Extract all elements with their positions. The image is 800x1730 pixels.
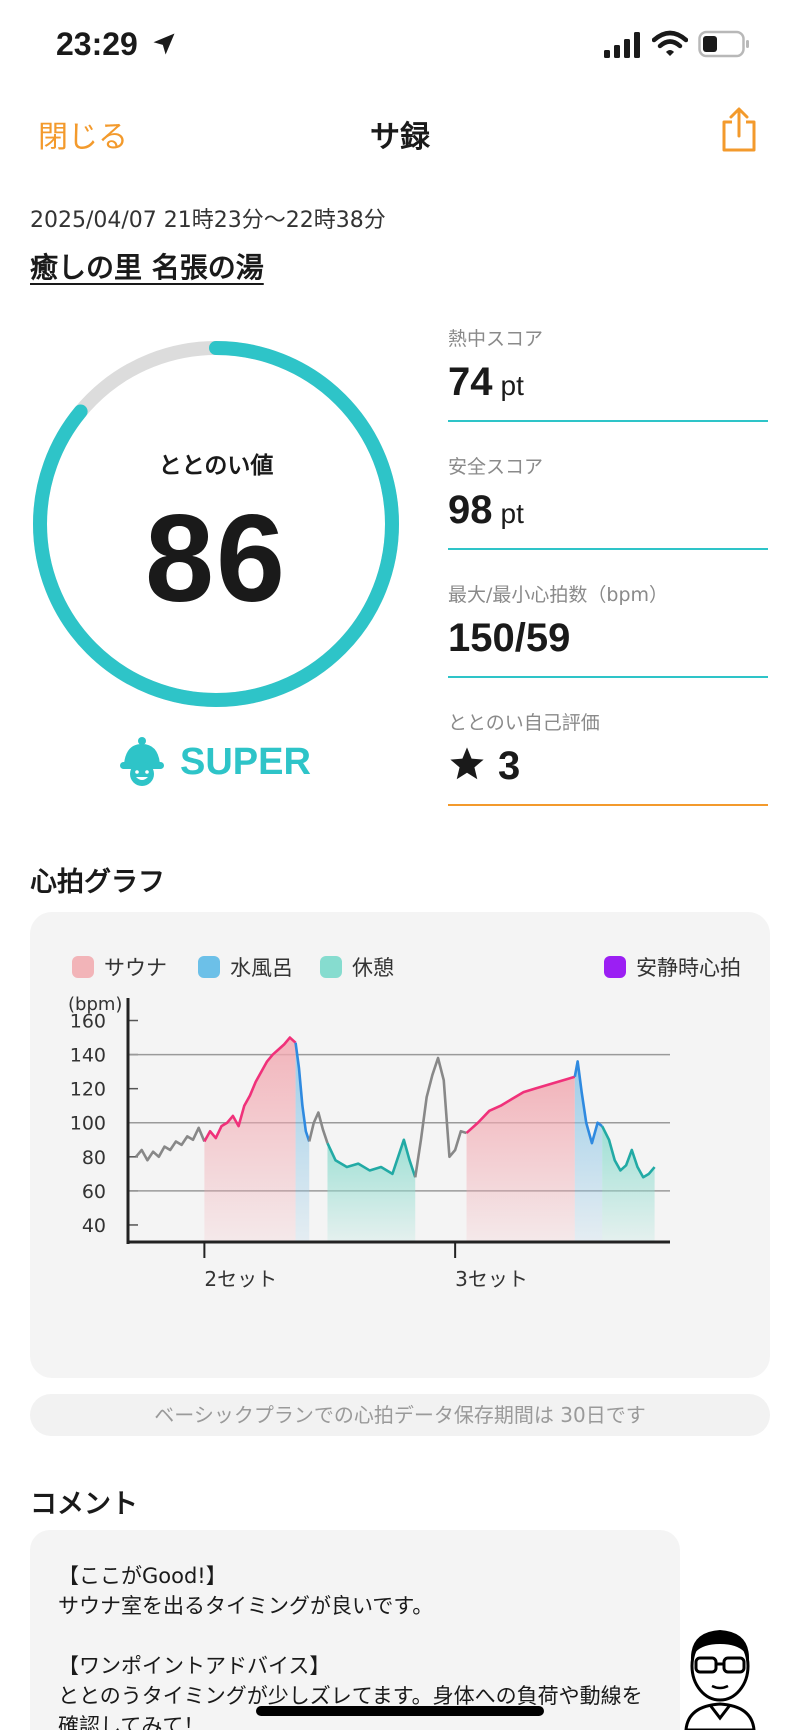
y-tick-label: 140	[70, 1045, 106, 1067]
safety-score-value: 98	[448, 488, 493, 532]
sauna-hat-icon	[120, 737, 164, 786]
heart-rate-range: 最大/最小心拍数（bpm） 150/59	[448, 580, 768, 700]
retention-notice: ベーシックプランでの心拍データ保存期間は 30日です	[30, 1394, 770, 1436]
y-tick-label: 60	[82, 1181, 106, 1203]
battery-icon	[698, 30, 749, 58]
facility-link[interactable]: 癒しの里 名張の湯	[30, 246, 264, 286]
y-tick-label: 100	[70, 1113, 106, 1135]
phase-band-water	[574, 1061, 603, 1242]
divider	[448, 676, 768, 678]
self-rating-value-row: 3	[448, 744, 520, 789]
y-tick-label: 160	[70, 1011, 106, 1033]
y-tick-label: 40	[82, 1215, 106, 1237]
comment-good-text: サウナ室を出るタイミングが良いです。	[58, 1594, 434, 1618]
heart-rate-value: 150/59	[448, 616, 571, 660]
gauge-value: 86	[145, 490, 287, 628]
phase-band-sauna	[204, 1037, 296, 1242]
heat-score-unit: pt	[500, 370, 524, 401]
gauge-label: ととのい値	[158, 453, 274, 479]
comment-card: 【ここがGood!】 サウナ室を出るタイミングが良いです。 【ワンポイントアドバ…	[30, 1530, 680, 1730]
wifi-icon	[652, 30, 688, 56]
share-icon[interactable]	[718, 106, 760, 154]
heat-score-label: 熱中スコア	[448, 328, 544, 350]
safety-score-label: 安全スコア	[448, 456, 544, 478]
rank-text: SUPER	[180, 740, 311, 783]
y-tick-label: 120	[70, 1079, 106, 1101]
safety-score-unit: pt	[500, 498, 524, 529]
comment-advice-heading: 【ワンポイントアドバイス】	[58, 1654, 331, 1678]
status-bar: 23:29	[0, 0, 800, 92]
safety-score: 安全スコア 98 pt	[448, 452, 768, 572]
status-time: 23:29	[56, 26, 138, 62]
heart-rate-series-other	[135, 1126, 206, 1162]
heat-score-value-row: 74 pt	[448, 360, 524, 405]
session-datetime: 2025/04/07 21時23分〜22時38分	[30, 208, 386, 233]
phase-band-rest	[327, 1139, 416, 1242]
comment-advice-text-2: 確認してみて！	[58, 1714, 205, 1730]
phase-band-sauna	[466, 1076, 575, 1242]
y-tick-label: 80	[82, 1147, 106, 1169]
divider	[448, 548, 768, 550]
heart-rate-section-title: 心拍グラフ	[30, 867, 165, 898]
heart-rate-chart-card: サウナ 水風呂 休憩 安静時心拍 (bpm) 160 140 120 100 80 60 40…	[30, 912, 770, 1378]
heat-score-value: 74	[448, 360, 493, 404]
heart-rate-label: 最大/最小心拍数（bpm）	[448, 584, 669, 606]
divider	[448, 804, 768, 806]
safety-score-value-row: 98 pt	[448, 488, 524, 533]
divider	[448, 420, 768, 422]
advisor-avatar-icon	[684, 1630, 756, 1730]
self-rating-label: ととのい自己評価	[448, 712, 600, 734]
heart-rate-series-other	[307, 1111, 329, 1144]
page-title: サ録	[370, 120, 430, 155]
comment-good-heading: 【ここがGood!】	[58, 1564, 227, 1588]
home-indicator	[256, 1706, 544, 1716]
self-rating-value: 3	[498, 744, 521, 788]
heat-score: 熱中スコア 74 pt	[448, 324, 768, 444]
heart-rate-chart: (bpm)1601401201008060402セット 3セット	[68, 994, 670, 1291]
set-marker-label: 3セット	[455, 1267, 528, 1291]
phase-band-water	[295, 1042, 310, 1242]
cellular-signal-icon	[604, 32, 640, 58]
rank-badge: SUPER	[118, 736, 311, 788]
set-marker-label: 2セット	[204, 1267, 277, 1291]
location-arrow-icon	[153, 33, 175, 55]
comment-section-title: コメント	[30, 1489, 138, 1520]
star-icon	[450, 747, 484, 780]
heart-rate-series-other	[413, 1056, 467, 1178]
self-rating[interactable]: ととのい自己評価 3	[448, 708, 768, 828]
